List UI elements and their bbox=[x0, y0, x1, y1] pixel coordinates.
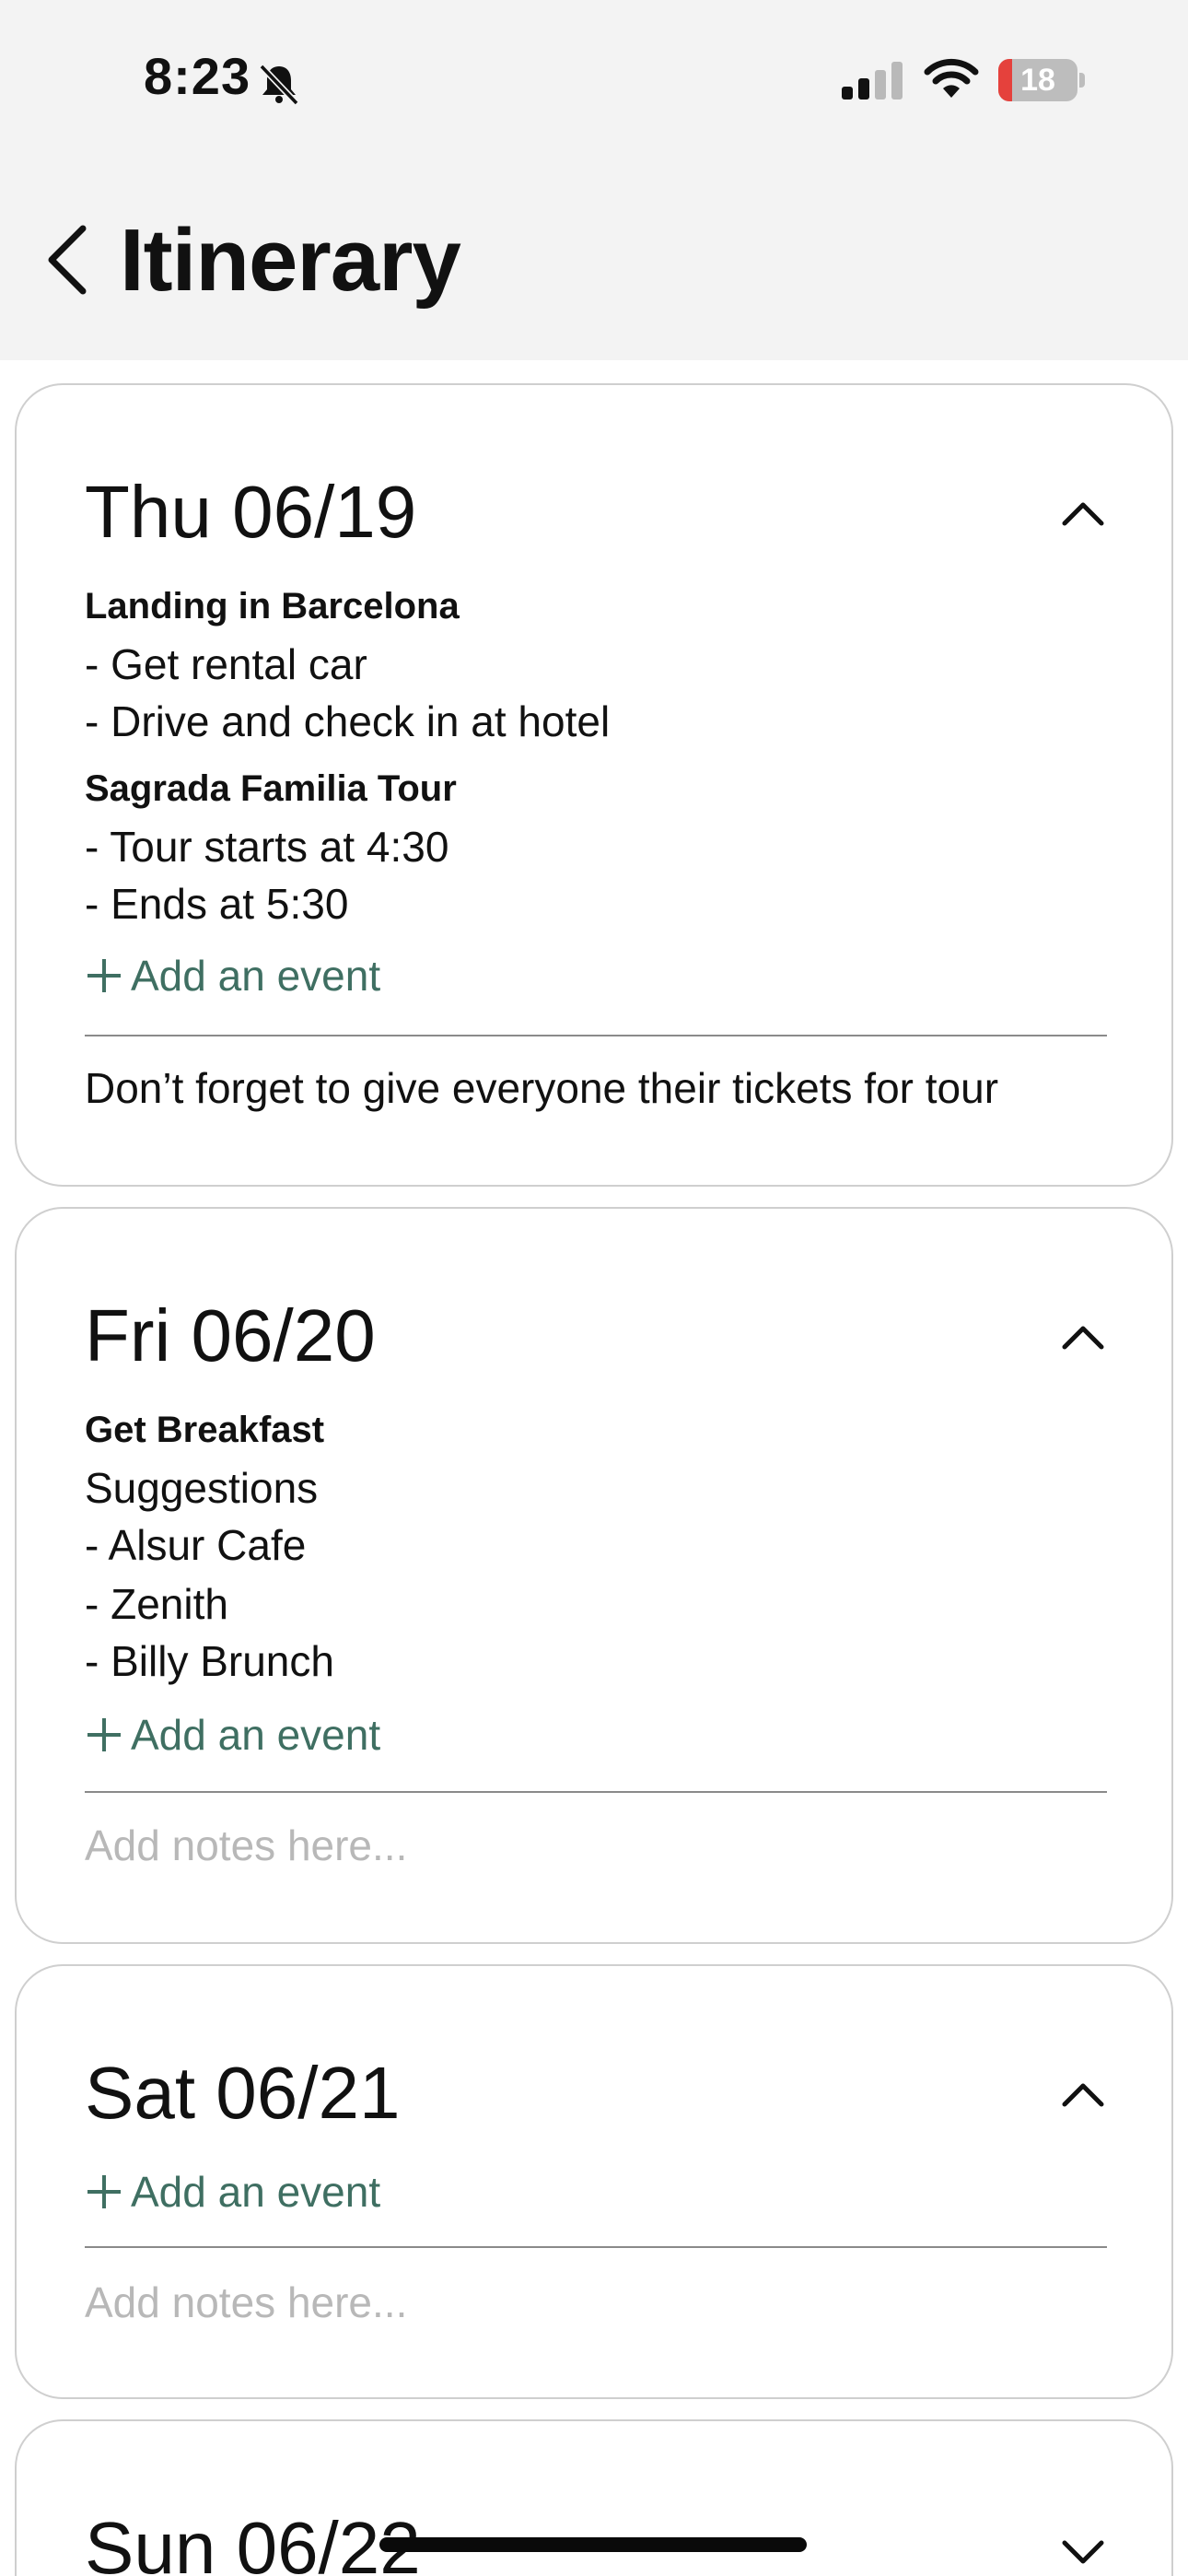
add-event-label: Add an event bbox=[131, 2168, 381, 2216]
add-event-button[interactable]: Add an event bbox=[85, 2167, 380, 2217]
event-detail: - Get rental car bbox=[85, 640, 367, 688]
event-detail: - Tour starts at 4:30 bbox=[85, 823, 449, 871]
add-event-button[interactable]: Add an event bbox=[85, 951, 380, 1001]
day-title: Thu 06/19 bbox=[85, 471, 417, 553]
battery-level: 18 bbox=[1020, 63, 1055, 98]
day-card: Thu 06/19 Landing in Barcelona - Get ren… bbox=[15, 383, 1173, 1187]
plus-icon bbox=[87, 1718, 121, 1751]
status-time: 8:23 bbox=[144, 47, 251, 105]
divider bbox=[85, 2246, 1107, 2248]
wifi-icon bbox=[924, 58, 979, 98]
add-event-label: Add an event bbox=[131, 1711, 381, 1759]
add-event-label: Add an event bbox=[131, 952, 381, 1000]
divider bbox=[85, 1035, 1107, 1036]
day-card[interactable]: Sun 06/22 bbox=[15, 2419, 1173, 2576]
day-title: Sat 06/21 bbox=[85, 2052, 401, 2134]
event-detail: - Billy Brunch bbox=[85, 1637, 334, 1685]
notes-input[interactable]: Add notes here... bbox=[85, 1821, 407, 1870]
event-title[interactable]: Get Breakfast bbox=[85, 1410, 324, 1451]
chevron-down-icon[interactable] bbox=[1055, 2535, 1111, 2569]
divider bbox=[85, 1791, 1107, 1793]
event-detail: - Alsur Cafe bbox=[85, 1521, 307, 1569]
event-title[interactable]: Sagrada Familia Tour bbox=[85, 768, 457, 810]
navigation-header: 8:23 18 Itinerary bbox=[0, 0, 1188, 360]
battery-icon: 18 bbox=[998, 59, 1085, 101]
chevron-up-icon[interactable] bbox=[1055, 496, 1111, 529]
cellular-signal-icon bbox=[842, 62, 903, 100]
event-title[interactable]: Landing in Barcelona bbox=[85, 586, 460, 627]
event-detail: Suggestions bbox=[85, 1464, 319, 1512]
page-title: Itinerary bbox=[120, 211, 461, 310]
plus-icon bbox=[87, 959, 121, 992]
day-title: Sun 06/22 bbox=[85, 2507, 421, 2576]
bell-slash-icon bbox=[259, 64, 299, 106]
plus-icon bbox=[87, 2175, 121, 2208]
day-card: Sat 06/21 Add an event Add notes here... bbox=[15, 1964, 1173, 2399]
event-detail: - Zenith bbox=[85, 1580, 228, 1628]
event-detail: - Ends at 5:30 bbox=[85, 880, 349, 928]
notes-input[interactable]: Add notes here... bbox=[85, 2277, 407, 2327]
chevron-up-icon[interactable] bbox=[1055, 2077, 1111, 2110]
day-title: Fri 06/20 bbox=[85, 1294, 376, 1376]
day-card: Fri 06/20 Get Breakfast Suggestions - Al… bbox=[15, 1207, 1173, 1944]
notes-field[interactable]: Don’t forget to give everyone their tick… bbox=[85, 1063, 998, 1113]
chevron-up-icon[interactable] bbox=[1055, 1319, 1111, 1352]
add-event-button[interactable]: Add an event bbox=[85, 1710, 380, 1760]
chevron-left-icon[interactable] bbox=[41, 221, 92, 299]
event-detail: - Drive and check in at hotel bbox=[85, 697, 611, 745]
home-indicator[interactable] bbox=[379, 2537, 807, 2552]
